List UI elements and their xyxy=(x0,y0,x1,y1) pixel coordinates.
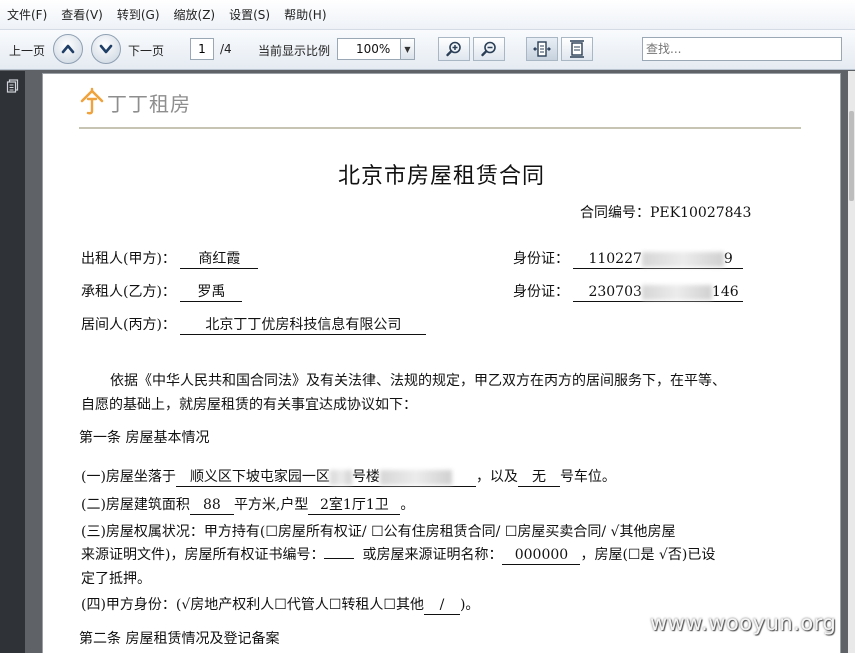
redaction-blur xyxy=(329,469,352,485)
item-3-cert-name: 000000 xyxy=(502,547,581,565)
menu-view[interactable]: 查看(V) xyxy=(54,0,110,30)
item-1-location-field: 顺义区下坡屯家园一区 号楼 xyxy=(175,469,476,487)
prev-page-label[interactable]: 上一页 xyxy=(9,42,45,59)
redaction-blur xyxy=(641,251,724,267)
intro-line-2: 自愿的基础上，就房屋租赁的有关事宜达成协议如下： xyxy=(81,397,417,413)
logo-text: 丁丁租房 xyxy=(107,91,191,116)
fit-page-button[interactable] xyxy=(561,37,593,61)
menu-file[interactable]: 文件(F) xyxy=(0,0,54,30)
next-page-button[interactable] xyxy=(91,34,121,64)
item-1: (一)房屋坐落于 顺义区下坡屯家园一区 号楼 ，以及无号车位。 xyxy=(81,466,616,487)
agent-label: 居间人(丙方)： xyxy=(81,317,176,333)
search-input[interactable] xyxy=(642,37,842,61)
menu-goto[interactable]: 转到(G) xyxy=(110,0,167,30)
lessor-id-end: 9 xyxy=(723,251,733,267)
item-3-line-1: (三)房屋权属状况：甲方持有(☐房屋所有权证/ ☐公有住房租赁合同/ ☐房屋买卖… xyxy=(81,524,676,540)
lessor-id-start: 110227 xyxy=(588,251,642,267)
item-3-line-2: 来源证明文件)，房屋所有权证书编号： 或房屋来源证明名称： 000000 ，房屋(☐是… xyxy=(81,544,715,565)
article-2-title: 第二条 房屋租赁情况及登记备案 xyxy=(79,631,280,647)
zoom-out-button[interactable] xyxy=(473,37,505,61)
lessor-label: 出租人(甲方)： xyxy=(81,251,176,267)
item-4-suffix: )。 xyxy=(459,597,480,613)
watermark: www.wooyun.org xyxy=(650,611,837,635)
dropdown-arrow-icon[interactable]: ▼ xyxy=(400,39,414,59)
fit-width-icon xyxy=(533,41,551,57)
toolbar: 上一页 下一页 /4 当前显示比例 100% ▼ xyxy=(0,30,855,70)
pages-panel-icon[interactable] xyxy=(6,79,20,93)
lessee-name: 罗禹 xyxy=(180,284,243,302)
vertical-scrollbar[interactable] xyxy=(848,71,855,653)
lessor-name: 商红霞 xyxy=(180,251,259,269)
lessor-row: 出租人(甲方)： 商红霞 xyxy=(81,248,259,269)
item-1-parking: 无 xyxy=(517,469,560,487)
item-4-prefix: (四)甲方身份：(√房地产权利人☐代管人☐转租人☐其他 xyxy=(81,597,424,613)
menu-zoom[interactable]: 缩放(Z) xyxy=(167,0,223,30)
intro-line-1: 依据《中华人民共和国合同法》及有关法律、法规的规定，甲乙双方在丙方的居间服务下，… xyxy=(110,373,726,389)
zoom-label: 当前显示比例 xyxy=(258,44,331,58)
chevron-down-icon xyxy=(99,44,113,54)
item-1-building: 号楼 xyxy=(351,469,380,485)
fit-page-icon xyxy=(570,40,584,58)
menu-bar: 文件(F) 查看(V) 转到(G) 缩放(Z) 设置(S) 帮助(H) xyxy=(0,0,855,30)
item-3-source-label: 或房屋来源证明名称： xyxy=(362,547,503,563)
lessee-id-field: 230703 146 xyxy=(573,284,744,302)
item-2-mid: 平方米,户型 xyxy=(233,497,309,513)
next-page-label[interactable]: 下一页 xyxy=(128,42,164,59)
item-2-prefix: (二)房屋建筑面积 xyxy=(81,497,190,513)
item-2-area: 88 xyxy=(189,497,234,515)
item-4-other: / xyxy=(423,597,460,615)
contract-number: 合同编号：PEK10027843 xyxy=(580,205,752,221)
item-3-mortgage: ，房屋(☐是 √否)已设 xyxy=(580,547,716,563)
item-2: (二)房屋建筑面积 88 平方米,户型 2室1厅1卫。 xyxy=(81,494,414,515)
item-1-suffix: 号车位。 xyxy=(559,469,616,485)
lessor-id-label: 身份证： xyxy=(513,251,569,267)
zoom-out-icon xyxy=(481,41,496,57)
item-3-cert-label: 来源证明文件)，房屋所有权证书编号： xyxy=(81,547,325,563)
menu-help[interactable]: 帮助(H) xyxy=(277,0,333,30)
zoom-select[interactable]: 100% ▼ xyxy=(337,38,415,60)
header-divider xyxy=(79,127,801,129)
item-3-line-3: 定了抵押。 xyxy=(81,571,151,587)
lessor-id-field: 110227 9 xyxy=(573,251,744,269)
article-1-title: 第一条 房屋基本情况 xyxy=(79,430,210,446)
sidebar xyxy=(0,71,25,653)
zoom-in-button[interactable] xyxy=(438,37,470,61)
logo: 丁丁租房 xyxy=(79,82,191,122)
house-logo-icon xyxy=(80,87,104,115)
redaction-blur xyxy=(641,284,712,300)
lessee-label: 承租人(乙方)： xyxy=(81,284,176,300)
fit-width-button[interactable] xyxy=(526,37,558,61)
scrollbar-thumb[interactable] xyxy=(849,111,854,201)
chevron-up-icon xyxy=(61,44,75,54)
redaction-blur xyxy=(379,469,452,485)
prev-page-button[interactable] xyxy=(53,34,83,64)
agent-row: 居间人(丙方)： 北京丁丁优房科技信息有限公司 xyxy=(81,314,427,335)
document-page: 丁丁租房 北京市房屋租赁合同 合同编号：PEK10027843 出租人(甲方)：… xyxy=(43,74,840,653)
page-number-input[interactable] xyxy=(190,38,214,60)
item-1-prefix: (一)房屋坐落于 xyxy=(81,469,176,485)
zoom-in-icon xyxy=(446,41,461,57)
lessee-id-row: 身份证： 230703 146 xyxy=(513,281,744,302)
zoom-value: 100% xyxy=(356,42,391,56)
document-title: 北京市房屋租赁合同 xyxy=(337,164,545,189)
page-total: /4 xyxy=(220,42,232,56)
lessee-row: 承租人(乙方)： 罗禹 xyxy=(81,281,243,302)
lessee-id-label: 身份证： xyxy=(513,284,569,300)
item-2-suffix: 。 xyxy=(400,497,415,513)
lessee-id-start: 230703 xyxy=(588,284,642,300)
item-1-location: 顺义区下坡屯家园一区 xyxy=(189,469,330,485)
lessor-id-row: 身份证： 110227 9 xyxy=(513,248,744,269)
item-1-mid: ，以及 xyxy=(475,469,518,485)
agent-name: 北京丁丁优房科技信息有限公司 xyxy=(180,317,427,335)
item-4: (四)甲方身份：(√房地产权利人☐代管人☐转租人☐其他 /)。 xyxy=(81,594,479,615)
item-2-layout: 2室1厅1卫 xyxy=(308,497,401,515)
item-3-cert-number xyxy=(324,558,355,559)
menu-settings[interactable]: 设置(S) xyxy=(222,0,277,30)
lessee-id-end: 146 xyxy=(711,284,739,300)
